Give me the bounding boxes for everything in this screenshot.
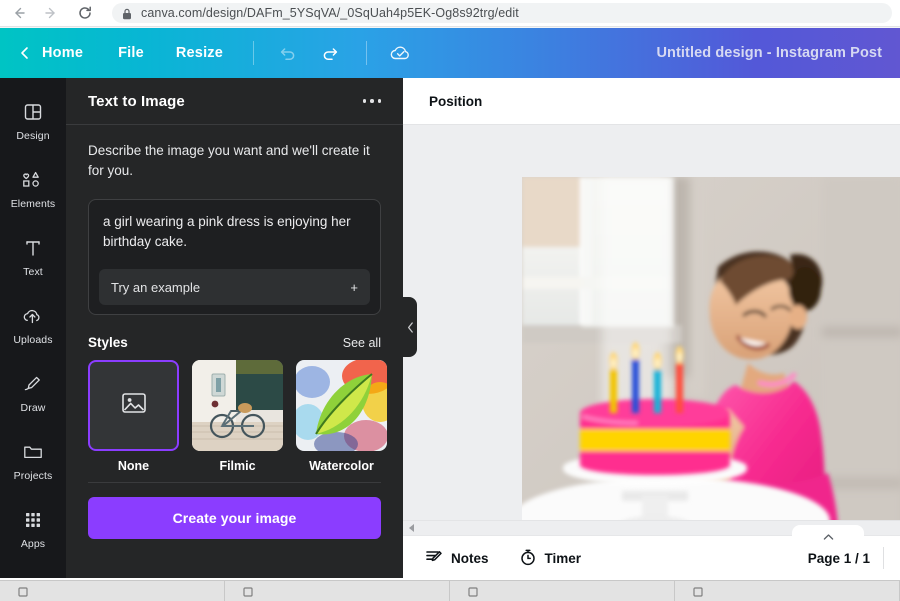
editor-area: Position Notes Timer Page 1 / 1 [403,78,900,580]
window-icon [18,586,28,597]
grid-apps-icon [23,507,43,533]
pen-draw-icon [22,371,44,397]
try-example-label: Try an example [111,279,201,295]
styles-section-header: Styles See all [66,315,403,350]
canva-editor-window: canva.com/design/DAFm_5YSqVA/_0SqUah4p5E… [0,0,900,601]
sidebar-item-projects[interactable]: Projects [0,426,66,494]
notes-icon [425,548,443,569]
sidebar-item-draw[interactable]: Draw [0,358,66,426]
redo-icon[interactable] [321,44,340,63]
timer-label: Timer [544,550,582,566]
sidebar-item-elements[interactable]: Elements [0,154,66,222]
folder-icon [22,439,44,465]
panel-collapse-handle[interactable] [403,297,417,357]
style-thumbnail-none [88,360,179,451]
sidebar-item-uploads[interactable]: Uploads [0,290,66,358]
design-layout-icon [23,99,43,125]
prompt-input[interactable]: a girl wearing a pink dress is enjoying … [88,199,381,315]
sidebar-item-apps[interactable]: Apps [0,494,66,562]
lock-icon [122,7,132,20]
panel-divider [88,482,381,483]
sidebar-item-label: Uploads [13,333,53,346]
shapes-icon [21,167,45,193]
style-thumbnail-filmic [192,360,283,451]
browser-reload-button[interactable] [72,0,98,26]
panel-header: Text to Image [66,78,403,125]
notes-button[interactable]: Notes [425,548,489,569]
editor-status-bar: Notes Timer Page 1 / 1 [403,525,900,580]
browser-forward-button[interactable] [38,0,64,26]
notes-label: Notes [451,550,489,566]
text-to-image-panel: Text to Image Describe the image you wan… [66,78,403,578]
style-thumbnail-watercolor [296,360,387,451]
undo-icon[interactable] [278,44,297,63]
image-placeholder-icon [117,386,151,425]
style-option-filmic[interactable]: Filmic [192,360,283,473]
status-divider [883,547,884,569]
position-button[interactable]: Position [429,94,482,109]
taskbar-item[interactable] [675,581,900,601]
sidebar-item-label: Projects [13,469,53,482]
expand-pages-button[interactable] [792,525,864,541]
create-your-image-button[interactable]: Create your image [88,497,381,539]
address-bar[interactable]: canva.com/design/DAFm_5YSqVA/_0SqUah4p5E… [112,3,892,23]
styles-title: Styles [88,335,128,350]
window-icon [693,586,703,597]
chevron-up-icon [823,534,833,540]
position-toolbar: Position [403,78,900,125]
sidebar-item-label: Elements [10,197,56,210]
taskbar-item[interactable] [0,581,225,601]
sidebar-item-label: Design [16,129,50,142]
browser-back-button[interactable] [6,0,32,26]
sidebar-item-label: Text [23,265,43,278]
taskbar-item[interactable] [450,581,675,601]
style-label: None [117,459,150,473]
triangle-left-icon[interactable] [409,524,414,532]
panel-description: Describe the image you want and we'll cr… [88,143,370,178]
stopwatch-icon [519,548,537,569]
style-option-none[interactable]: None [88,360,179,473]
resize-button[interactable]: Resize [176,45,223,61]
see-all-link[interactable]: See all [343,336,381,350]
os-taskbar [0,580,900,601]
browser-toolbar: canva.com/design/DAFm_5YSqVA/_0SqUah4p5E… [0,0,900,26]
sidebar-item-label: Apps [20,537,46,550]
file-menu-button[interactable]: File [118,45,144,61]
style-label: Filmic [219,459,256,473]
window-icon [243,586,253,597]
home-button[interactable]: Home [42,45,83,61]
taskbar-item[interactable] [225,581,450,601]
panel-title: Text to Image [88,92,185,110]
sidebar-item-text[interactable]: Text [0,222,66,290]
generated-image [522,177,900,520]
canva-top-toolbar: Home File Resize Untitled design - Insta… [0,28,900,78]
cloud-check-icon[interactable] [389,43,413,63]
text-t-icon [24,235,42,261]
prompt-text: a girl wearing a pink dress is enjoying … [103,214,351,249]
design-page[interactable] [522,177,900,520]
toolbar-divider [253,41,255,65]
styles-thumbnail-list: None Filmic Watercolor [66,350,403,473]
chevron-left-icon[interactable] [18,46,32,60]
design-title[interactable]: Untitled design - Instagram Post [656,45,882,61]
url-text: canva.com/design/DAFm_5YSqVA/_0SqUah4p5E… [141,6,519,20]
plus-icon: + [350,279,358,295]
more-options-icon[interactable] [362,99,381,103]
try-an-example-button[interactable]: Try an example + [99,269,370,305]
left-sidebar: Design Elements Text Uploads Draw Projec… [0,78,66,578]
toolbar-divider-2 [366,41,368,65]
sidebar-item-label: Draw [20,401,46,414]
style-option-watercolor[interactable]: Watercolor [296,360,387,473]
sidebar-item-design[interactable]: Design [0,86,66,154]
page-indicator: Page 1 / 1 [807,550,870,566]
style-label: Watercolor [309,459,374,473]
timer-button[interactable]: Timer [519,548,582,569]
cloud-upload-icon [22,303,44,329]
chevron-left-icon [407,321,413,333]
window-icon [468,586,478,597]
canvas-area[interactable] [403,125,900,520]
